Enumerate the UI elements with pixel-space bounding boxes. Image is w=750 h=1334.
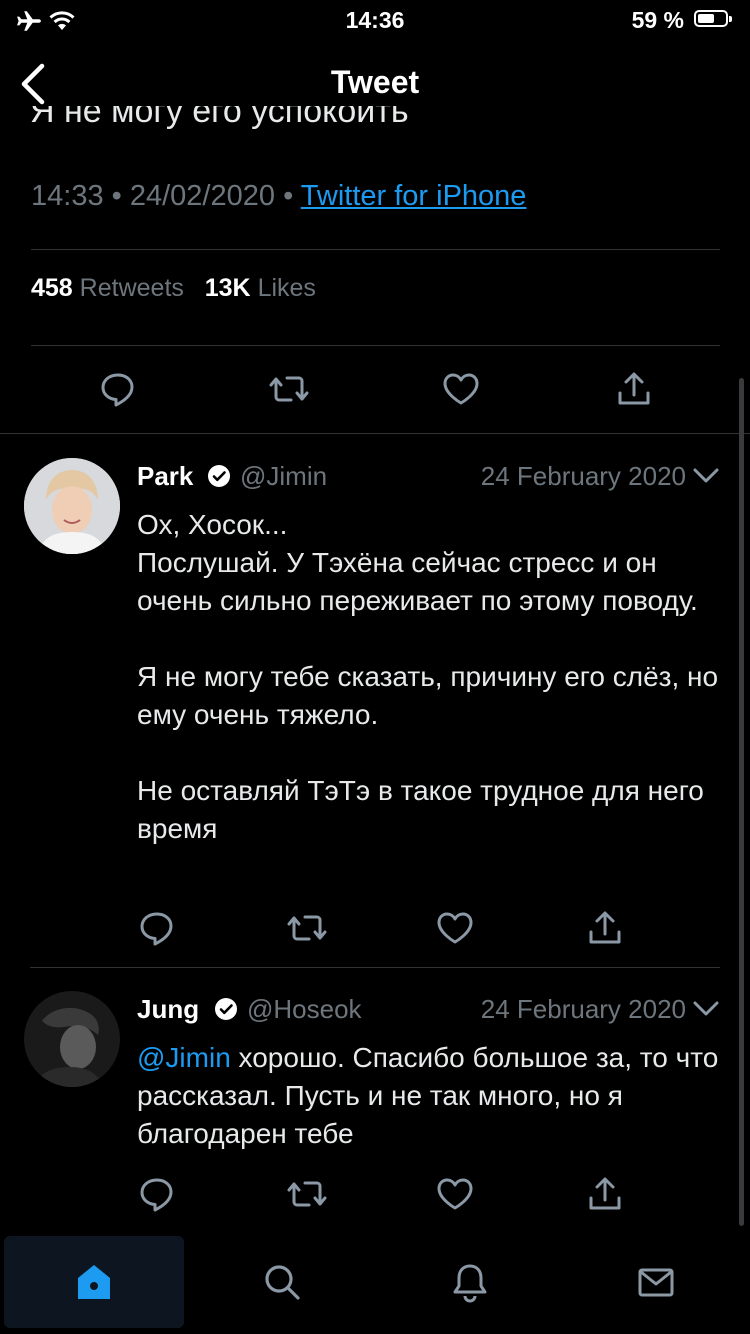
tweet-time: 14:33 — [31, 180, 104, 212]
reply-icon — [101, 373, 134, 407]
reply-author-handle[interactable]: @Hoseok — [247, 994, 362, 1025]
bell-icon — [453, 1264, 487, 1303]
tweet-source-link[interactable]: Twitter for iPhone — [301, 180, 527, 212]
verified-badge-icon — [208, 465, 230, 487]
tab-notifications[interactable] — [380, 1236, 560, 1328]
like-button[interactable] — [433, 908, 477, 948]
reply-button[interactable] — [135, 908, 179, 948]
battery-percent: 59 % — [631, 7, 684, 33]
verified-badge-icon — [215, 998, 237, 1020]
divider — [0, 433, 750, 434]
retweets-stat[interactable]: 458 Retweets — [31, 274, 184, 302]
avatar[interactable] — [24, 991, 120, 1087]
likes-stat[interactable]: 13K Likes — [205, 274, 316, 302]
divider — [31, 345, 720, 346]
like-button[interactable] — [433, 1174, 477, 1214]
home-icon — [78, 1265, 110, 1299]
mention-link[interactable]: @Jimin — [137, 1042, 231, 1073]
heart-icon — [437, 1178, 473, 1210]
share-icon — [589, 911, 621, 944]
divider — [30, 967, 720, 968]
share-button[interactable] — [612, 369, 656, 409]
share-icon — [589, 1177, 621, 1210]
battery-icon — [694, 10, 732, 27]
share-button[interactable] — [583, 908, 627, 948]
status-bar: 14:36 59 % — [0, 0, 750, 40]
reply-text: @Jimin хорошо. Спасибо большое за, то чт… — [137, 1042, 719, 1149]
retweet-icon — [287, 1181, 327, 1207]
reply-date: 24 February 2020 — [480, 461, 686, 491]
reply-author-name[interactable]: Jung — [137, 994, 199, 1025]
tab-bar — [0, 1236, 750, 1334]
reply-text: Ох, Хосок... Послушай. У Тэхёна сейчас с… — [137, 509, 719, 844]
tab-messages[interactable] — [566, 1236, 746, 1328]
tweet-text-partial: Я не могу его успокоить — [30, 106, 409, 130]
tweet-stats: 458 Retweets 13K Likes — [31, 274, 316, 303]
retweet-icon — [269, 376, 309, 402]
chevron-down-icon[interactable] — [692, 999, 720, 1019]
reply-author-handle[interactable]: @Jimin — [240, 461, 327, 492]
retweet-icon — [287, 915, 327, 941]
avatar-image — [24, 458, 120, 554]
scrollbar[interactable] — [739, 378, 744, 1226]
tweet-date: 24/02/2020 — [129, 180, 276, 212]
share-icon — [618, 372, 650, 405]
tab-search[interactable] — [192, 1236, 372, 1328]
retweet-button[interactable] — [285, 908, 329, 948]
tab-home[interactable] — [4, 1236, 184, 1328]
avatar[interactable] — [24, 458, 120, 554]
reply-button[interactable] — [135, 1174, 179, 1214]
avatar-image — [24, 991, 120, 1087]
like-button[interactable] — [439, 369, 483, 409]
tweet-meta: 14:33 • 24/02/2020 • Twitter for iPhone — [31, 180, 527, 212]
reply-author-name[interactable]: Park — [137, 461, 193, 492]
reply-icon — [140, 1178, 173, 1212]
heart-icon — [437, 912, 473, 944]
reply-button[interactable] — [96, 369, 140, 409]
retweet-button[interactable] — [267, 369, 311, 409]
mail-icon — [638, 1268, 674, 1297]
share-button[interactable] — [583, 1174, 627, 1214]
page-title: Tweet — [330, 64, 420, 100]
divider — [31, 249, 720, 250]
retweet-button[interactable] — [285, 1174, 329, 1214]
search-icon — [265, 1265, 300, 1300]
reply-date: 24 February 2020 — [480, 994, 686, 1024]
reply-icon — [140, 912, 173, 946]
chevron-down-icon[interactable] — [692, 466, 720, 486]
heart-icon — [443, 373, 479, 405]
